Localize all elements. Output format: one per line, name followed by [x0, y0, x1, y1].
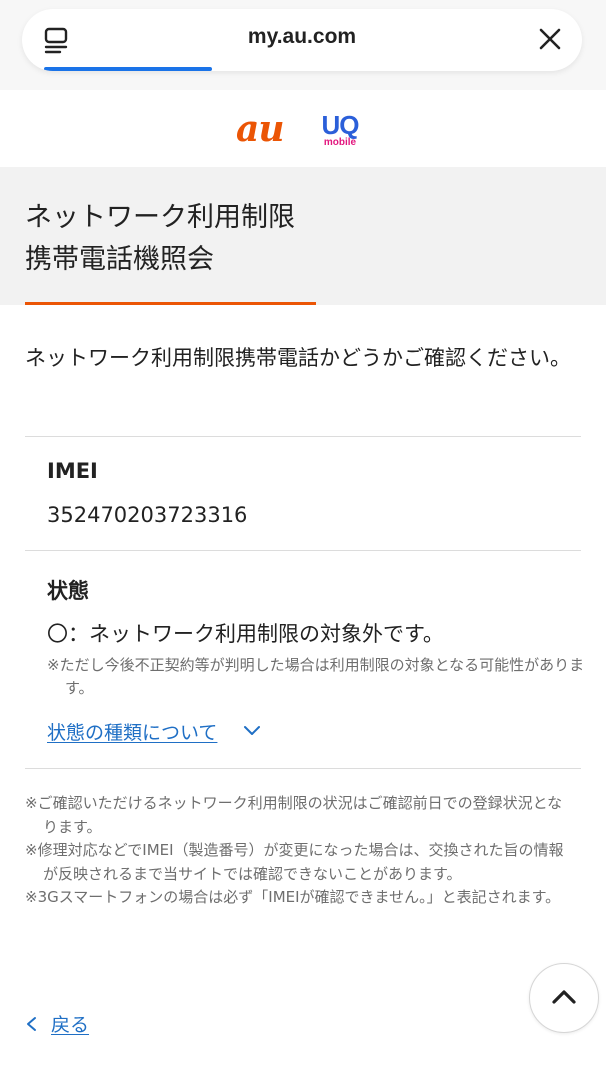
url-bar[interactable]: my.au.com [22, 9, 582, 71]
divider [25, 436, 581, 437]
title-underline [25, 302, 316, 305]
url-text[interactable]: my.au.com [22, 25, 582, 49]
back-link-label: 戻る [51, 1014, 90, 1036]
divider [25, 768, 581, 769]
footnotes: ※ご確認いただけるネットワーク利用制限の状況はご確認前日での登録状況となります。… [25, 792, 575, 910]
browser-top-area: my.au.com [0, 0, 606, 90]
page-title: ネットワーク利用制限 携帯電話機照会 [25, 197, 295, 281]
status-value: 〇：ネットワーク利用制限の対象外です。 [47, 622, 444, 646]
chevron-left-icon [27, 1017, 36, 1031]
imei-label: IMEI [47, 459, 98, 483]
uq-mobile-logo[interactable]: UQ mobile [318, 112, 362, 148]
back-link[interactable]: 戻る [25, 1010, 89, 1037]
status-label: 状態 [47, 579, 89, 603]
status-note: ※ただし今後不正契約等が判明した場合は利用制限の対象となる可能性があります。 [47, 656, 585, 697]
divider [25, 550, 581, 551]
uq-logo-subtext: mobile [323, 137, 357, 148]
imei-value: 352470203723316 [47, 503, 248, 527]
chevron-up-icon [552, 990, 576, 1004]
footnote: ※ご確認いただけるネットワーク利用制限の状況はご確認前日での登録状況となります。 [25, 794, 563, 836]
footnote: ※3Gスマートフォンの場合は必ず「IMEIが確認できません。」と表記されます。 [25, 888, 561, 906]
page-title-line-1: ネットワーク利用制限 [25, 202, 295, 233]
logo-area: au UQ mobile [0, 90, 606, 167]
close-icon[interactable] [538, 27, 562, 51]
page-title-line-2: 携帯電話機照会 [25, 244, 214, 275]
chevron-down-icon[interactable] [243, 724, 261, 738]
page-load-progress [44, 67, 212, 71]
scroll-to-top-button[interactable] [529, 963, 599, 1033]
title-block: ネットワーク利用制限 携帯電話機照会 [0, 167, 606, 305]
intro-text: ネットワーク利用制限携帯電話かどうかご確認ください。 [25, 346, 571, 370]
au-logo[interactable]: au [236, 108, 284, 150]
status-types-link[interactable]: 状態の種類について [47, 718, 217, 745]
uq-logo-text: UQ [321, 110, 360, 140]
footnote: ※修理対応などでIMEI（製造番号）が変更になった場合は、交換された旨の情報が反… [25, 841, 564, 883]
